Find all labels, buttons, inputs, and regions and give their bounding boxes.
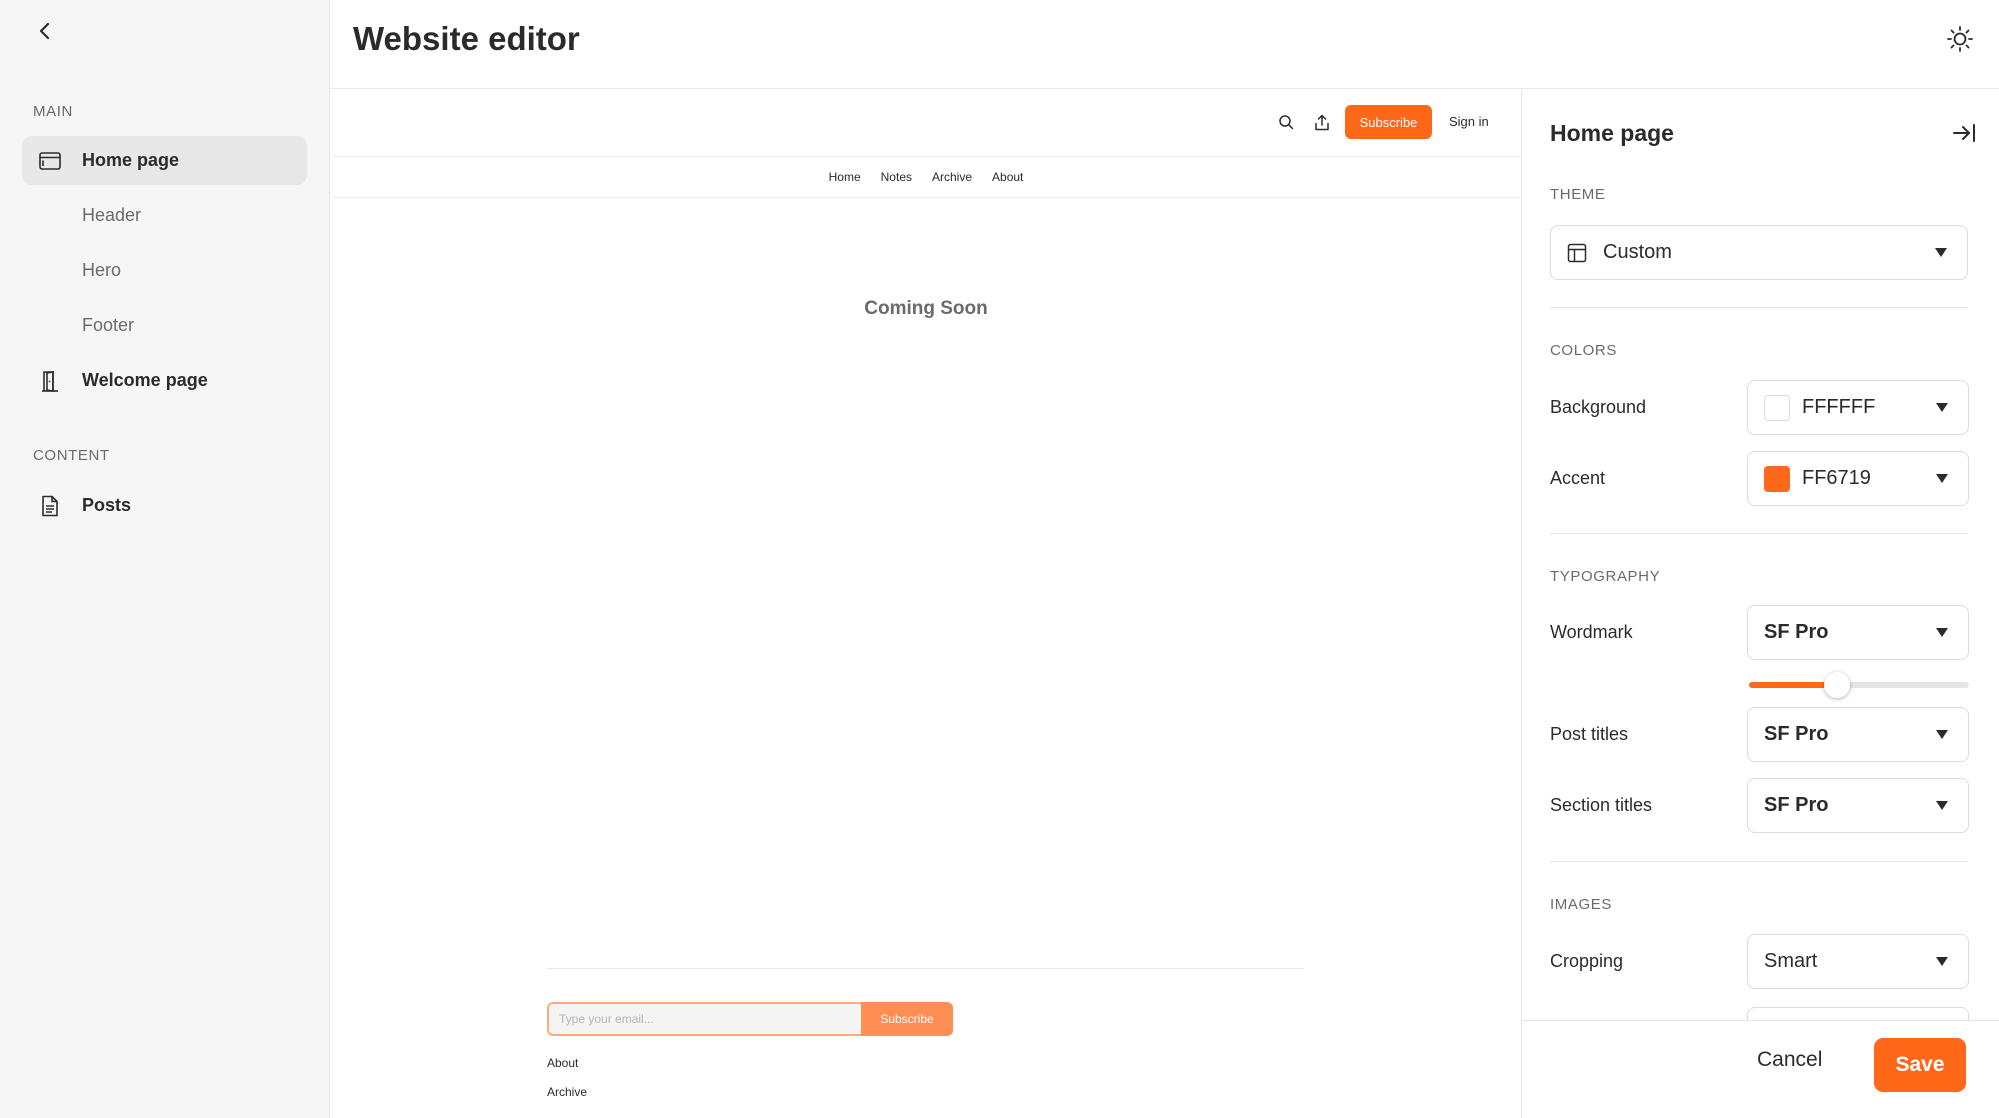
- accent-color-label: Accent: [1550, 468, 1606, 488]
- caret-down-icon: [1935, 248, 1947, 257]
- theme-select[interactable]: Custom: [1550, 225, 1968, 280]
- collapse-panel-button[interactable]: [1949, 118, 1979, 148]
- sidebar: MAIN Home page Header Hero Footer Welcom…: [0, 0, 330, 1118]
- sidebar-item-posts[interactable]: Posts: [22, 481, 307, 530]
- section-titles-font-value: SF Pro: [1764, 794, 1829, 816]
- background-color-value: FFFFFF: [1802, 396, 1876, 418]
- section-titles-font-select[interactable]: SF Pro: [1747, 778, 1969, 833]
- background-color-label: Background: [1550, 397, 1647, 417]
- layout-icon: [1567, 243, 1587, 262]
- wordmark-label: Wordmark: [1550, 622, 1633, 642]
- sidebar-item-header[interactable]: Header: [22, 191, 307, 240]
- preview-nav-home[interactable]: Home: [829, 170, 861, 184]
- back-button[interactable]: [30, 16, 60, 46]
- save-button[interactable]: Save: [1874, 1038, 1966, 1092]
- section-divider: [1550, 307, 1968, 308]
- theme-section-label: THEME: [1550, 186, 1606, 203]
- preview-nav: Home Notes Archive About: [331, 157, 1521, 198]
- wordmark-font-value: SF Pro: [1764, 621, 1829, 643]
- cropping-value: Smart: [1764, 950, 1818, 972]
- top-bar: Website editor: [331, 0, 1999, 89]
- section-divider: [1550, 533, 1968, 534]
- door-icon: [38, 369, 62, 393]
- post-titles-label: Post titles: [1550, 724, 1629, 744]
- share-icon: [1315, 114, 1329, 130]
- page-title: Website editor: [353, 20, 580, 57]
- caret-down-icon: [1936, 801, 1948, 810]
- chevron-left-icon: [39, 22, 50, 40]
- preview-email-subscribe-button[interactable]: Subscribe: [861, 1002, 953, 1036]
- site-preview: Subscribe Sign in Home Notes Archive Abo…: [331, 90, 1521, 1118]
- sidebar-item-label: Footer: [82, 315, 135, 335]
- caret-down-icon: [1936, 474, 1948, 483]
- sidebar-section-content: CONTENT: [33, 447, 110, 464]
- accent-color-select[interactable]: FF6719: [1747, 451, 1969, 506]
- collapse-right-icon: [1953, 124, 1975, 142]
- preview-footer-link-about[interactable]: About: [547, 1056, 578, 1070]
- browser-window-icon: [38, 149, 62, 173]
- preview-footer-divider: [547, 968, 1304, 969]
- preview-footer-link-archive[interactable]: Archive: [547, 1085, 587, 1099]
- sidebar-item-label: Home page: [82, 150, 180, 170]
- colors-section-label: COLORS: [1550, 342, 1617, 359]
- sidebar-item-label: Hero: [82, 260, 122, 280]
- caret-down-icon: [1936, 730, 1948, 739]
- sidebar-section-main: MAIN: [33, 103, 73, 120]
- background-color-select[interactable]: FFFFFF: [1747, 380, 1969, 435]
- preview-subscribe-button[interactable]: Subscribe: [1345, 105, 1432, 139]
- preview-nav-about[interactable]: About: [992, 170, 1023, 184]
- settings-panel: Home page THEME Custom COLORS Background…: [1521, 90, 1999, 1118]
- cropping-select[interactable]: Smart: [1747, 934, 1969, 989]
- slider-thumb[interactable]: [1824, 672, 1850, 698]
- caret-down-icon: [1936, 957, 1948, 966]
- sidebar-item-label: Posts: [82, 495, 132, 515]
- sidebar-item-hero[interactable]: Hero: [22, 246, 307, 295]
- search-icon: [1279, 115, 1294, 130]
- preview-share-button[interactable]: [1310, 110, 1334, 134]
- cancel-button[interactable]: Cancel: [1757, 1048, 1822, 1072]
- preview-header: Subscribe Sign in: [331, 90, 1521, 157]
- accent-color-value: FF6719: [1802, 467, 1871, 489]
- images-section-label: IMAGES: [1550, 896, 1612, 913]
- document-icon: [38, 494, 62, 518]
- sidebar-item-footer[interactable]: Footer: [22, 301, 307, 350]
- coming-soon-message: Coming Soon: [864, 298, 988, 319]
- preview-signin-link[interactable]: Sign in: [1449, 114, 1489, 129]
- preview-nav-archive[interactable]: Archive: [932, 170, 972, 184]
- preview-nav-notes[interactable]: Notes: [881, 170, 912, 184]
- preview-email-input[interactable]: Type your email...: [547, 1002, 861, 1036]
- typography-section-label: TYPOGRAPHY: [1550, 568, 1661, 585]
- background-color-swatch: [1764, 394, 1790, 421]
- caret-down-icon: [1936, 628, 1948, 637]
- panel-title: Home page: [1550, 120, 1674, 146]
- sidebar-item-home-page[interactable]: Home page: [22, 136, 307, 185]
- section-divider: [1550, 861, 1968, 862]
- section-titles-label: Section titles: [1550, 795, 1653, 815]
- post-titles-font-select[interactable]: SF Pro: [1747, 707, 1969, 762]
- accent-color-swatch: [1764, 465, 1790, 492]
- cropping-label: Cropping: [1550, 951, 1624, 971]
- theme-toggle-button[interactable]: [1943, 22, 1977, 56]
- sun-icon: [1947, 26, 1973, 52]
- sidebar-item-label: Welcome page: [82, 370, 208, 390]
- post-titles-font-value: SF Pro: [1764, 723, 1829, 745]
- wordmark-font-select[interactable]: SF Pro: [1747, 605, 1969, 660]
- wordmark-size-slider[interactable]: [1749, 672, 1969, 698]
- sidebar-item-label: Header: [82, 205, 142, 225]
- panel-footer: Cancel Save: [1522, 1020, 1999, 1118]
- caret-down-icon: [1936, 403, 1948, 412]
- theme-value: Custom: [1603, 241, 1672, 263]
- sidebar-item-welcome-page[interactable]: Welcome page: [22, 356, 307, 405]
- preview-search-button[interactable]: [1274, 110, 1298, 134]
